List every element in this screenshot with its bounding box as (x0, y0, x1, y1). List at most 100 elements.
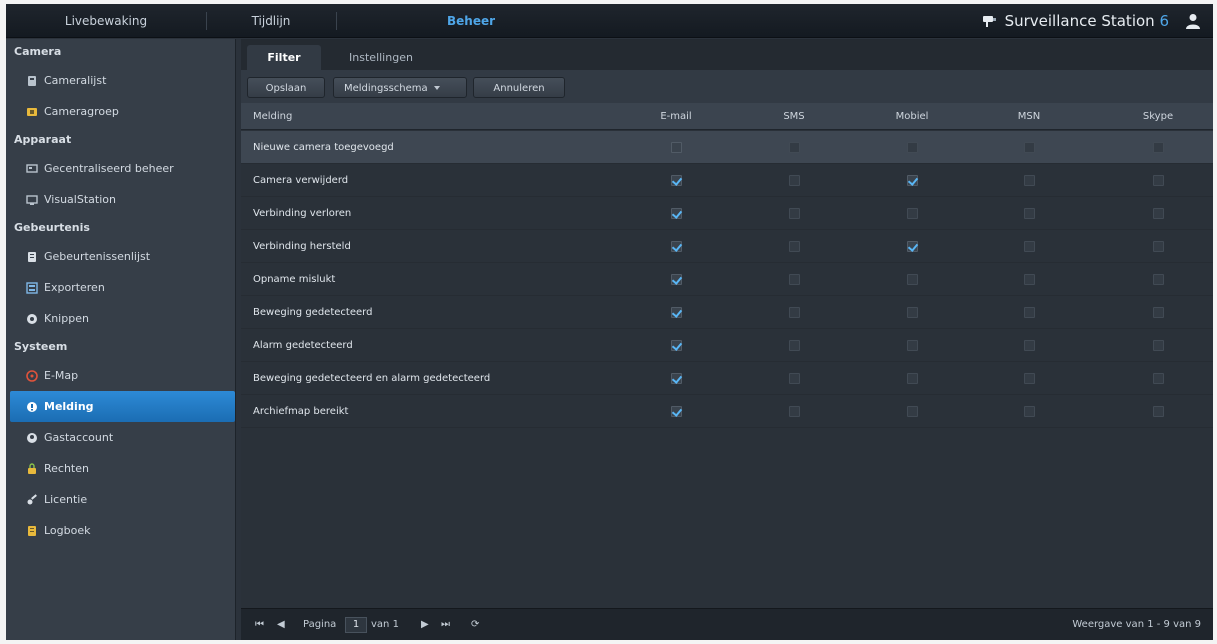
tab-instellingen[interactable]: Instellingen (331, 45, 431, 70)
mobiel-checkbox[interactable] (907, 307, 918, 318)
skype-checkbox[interactable] (1153, 373, 1164, 384)
tab-filter[interactable]: Filter (247, 45, 321, 70)
notification-schedule-button[interactable]: Meldingsschema (333, 77, 467, 98)
msn-checkbox[interactable] (1024, 241, 1035, 252)
table-row[interactable]: Nieuwe camera toegevoegd (241, 131, 1213, 164)
email-checkbox[interactable] (671, 175, 682, 186)
sms-checkbox[interactable] (789, 142, 800, 153)
sidebar-item-label: Melding (44, 400, 94, 413)
msn-checkbox[interactable] (1024, 142, 1035, 153)
skype-checkbox[interactable] (1153, 406, 1164, 417)
sms-checkbox[interactable] (789, 406, 800, 417)
column-header-mobiel[interactable]: Mobiel (877, 103, 947, 130)
msn-checkbox[interactable] (1024, 175, 1035, 186)
notification-name: Nieuwe camera toegevoegd (253, 142, 394, 153)
table-row[interactable]: Beweging gedetecteerd en alarm gedetecte… (241, 362, 1213, 395)
table-row[interactable]: Beweging gedetecteerd (241, 296, 1213, 329)
sms-checkbox[interactable] (789, 208, 800, 219)
tab-beheer[interactable]: Beheer (406, 4, 536, 38)
user-icon[interactable] (1185, 13, 1201, 29)
msn-checkbox[interactable] (1024, 406, 1035, 417)
cancel-button[interactable]: Annuleren (473, 77, 565, 98)
msn-checkbox[interactable] (1024, 274, 1035, 285)
sidebar-item-gecentraliseerd-beheer[interactable]: Gecentraliseerd beheer (6, 153, 235, 184)
sms-checkbox[interactable] (789, 241, 800, 252)
msn-checkbox[interactable] (1024, 340, 1035, 351)
page-number-input[interactable]: 1 (345, 617, 367, 633)
skype-checkbox[interactable] (1153, 307, 1164, 318)
email-checkbox[interactable] (671, 208, 682, 219)
next-page-icon[interactable]: ▶ (421, 609, 429, 641)
mobiel-checkbox[interactable] (907, 373, 918, 384)
mobiel-checkbox[interactable] (907, 406, 918, 417)
refresh-icon[interactable]: ⟳ (471, 609, 479, 641)
sidebar-item-cameragroep[interactable]: Cameragroep (6, 96, 235, 127)
sidebar-item-cameralijst[interactable]: Cameralijst (6, 65, 235, 96)
mobiel-checkbox[interactable] (907, 241, 918, 252)
table-row[interactable]: Archiefmap bereikt (241, 395, 1213, 428)
sms-checkbox[interactable] (789, 373, 800, 384)
table-row[interactable]: Alarm gedetecteerd (241, 329, 1213, 362)
email-checkbox[interactable] (671, 142, 682, 153)
msn-checkbox[interactable] (1024, 208, 1035, 219)
tab-livebewaking[interactable]: Livebewaking (6, 4, 206, 38)
sidebar-item-visualstation[interactable]: VisualStation (6, 184, 235, 215)
last-page-icon[interactable]: ⏭ (441, 609, 450, 641)
sidebar-item-licentie[interactable]: Licentie (6, 484, 235, 515)
sms-checkbox[interactable] (789, 307, 800, 318)
sms-checkbox[interactable] (789, 274, 800, 285)
sms-checkbox[interactable] (789, 175, 800, 186)
msn-checkbox[interactable] (1024, 373, 1035, 384)
sidebar: Camera Cameralijst Cameragroep Apparaat … (6, 39, 236, 640)
tab-bar: Filter Instellingen (241, 39, 1213, 70)
column-header-msn[interactable]: MSN (994, 103, 1064, 130)
msn-checkbox[interactable] (1024, 307, 1035, 318)
email-checkbox[interactable] (671, 373, 682, 384)
skype-checkbox[interactable] (1153, 142, 1164, 153)
sidebar-item-label: Gebeurtenissenlijst (44, 250, 151, 263)
mobiel-checkbox[interactable] (907, 274, 918, 285)
sidebar-item-rechten[interactable]: Rechten (6, 453, 235, 484)
sidebar-item-logboek[interactable]: Logboek (6, 515, 235, 546)
sidebar-category-systeem: Systeem (14, 340, 68, 353)
screen-icon (26, 194, 38, 205)
mobiel-checkbox[interactable] (907, 340, 918, 351)
table-row[interactable]: Verbinding verloren (241, 197, 1213, 230)
notification-name: Archiefmap bereikt (253, 406, 349, 417)
skype-checkbox[interactable] (1153, 208, 1164, 219)
email-checkbox[interactable] (671, 406, 682, 417)
prev-page-icon[interactable]: ◀ (277, 609, 285, 641)
sidebar-item-gastaccount[interactable]: Gastaccount (6, 422, 235, 453)
sms-checkbox[interactable] (789, 340, 800, 351)
skype-checkbox[interactable] (1153, 175, 1164, 186)
email-checkbox[interactable] (671, 241, 682, 252)
save-button[interactable]: Opslaan (247, 77, 325, 98)
sidebar-item-gebeurtenissenlijst[interactable]: Gebeurtenissenlijst (6, 241, 235, 272)
sidebar-item-knippen[interactable]: Knippen (6, 303, 235, 334)
column-header-sms[interactable]: SMS (759, 103, 829, 130)
notification-name: Beweging gedetecteerd (253, 307, 373, 318)
tab-tijdlijn[interactable]: Tijdlijn (206, 4, 336, 38)
brand-title: Surveillance Station 6 (1005, 4, 1169, 38)
email-checkbox[interactable] (671, 274, 682, 285)
sidebar-item-e-map[interactable]: E-Map (6, 360, 235, 391)
column-header-melding[interactable]: Melding (253, 103, 292, 130)
email-checkbox[interactable] (671, 307, 682, 318)
sidebar-item-exporteren[interactable]: Exporteren (6, 272, 235, 303)
user-icon (27, 432, 37, 443)
table-row[interactable]: Camera verwijderd (241, 164, 1213, 197)
mobiel-checkbox[interactable] (907, 175, 918, 186)
sidebar-category-camera: Camera (14, 45, 62, 58)
mobiel-checkbox[interactable] (907, 208, 918, 219)
email-checkbox[interactable] (671, 340, 682, 351)
first-page-icon[interactable]: ⏮ (255, 609, 264, 641)
sidebar-item-melding[interactable]: Melding (10, 391, 235, 422)
skype-checkbox[interactable] (1153, 241, 1164, 252)
skype-checkbox[interactable] (1153, 274, 1164, 285)
column-header-email[interactable]: E-mail (641, 103, 711, 130)
table-row[interactable]: Opname mislukt (241, 263, 1213, 296)
column-header-skype[interactable]: Skype (1123, 103, 1193, 130)
mobiel-checkbox[interactable] (907, 142, 918, 153)
table-row[interactable]: Verbinding hersteld (241, 230, 1213, 263)
skype-checkbox[interactable] (1153, 340, 1164, 351)
